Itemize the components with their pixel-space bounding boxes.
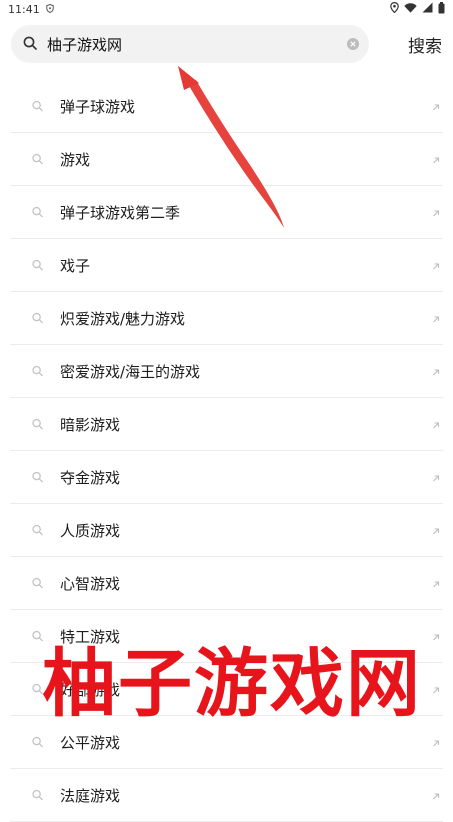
search-icon	[32, 362, 43, 381]
arrow-up-left-icon[interactable]	[432, 203, 440, 222]
status-bar: 11:41	[0, 0, 453, 18]
suggestion-item[interactable]: 炽爱游戏/魅力游戏	[10, 292, 443, 345]
suggestion-text: 弹子球游戏	[60, 97, 136, 116]
search-button[interactable]: 搜索	[408, 32, 442, 57]
search-icon	[32, 627, 43, 646]
suggestion-text: 公平游戏	[60, 733, 121, 752]
battery-icon	[438, 1, 445, 17]
suggestion-item[interactable]: 法庭游戏	[10, 769, 443, 822]
suggestion-item[interactable]: 暗影游戏	[10, 398, 443, 451]
suggestion-text: 暗影游戏	[60, 415, 121, 434]
search-row: 搜索	[11, 25, 442, 63]
arrow-up-left-icon[interactable]	[432, 97, 440, 116]
search-icon	[32, 786, 43, 805]
wifi-icon	[404, 2, 417, 16]
arrow-up-left-icon[interactable]	[432, 627, 440, 646]
search-input[interactable]	[47, 35, 347, 53]
search-icon	[32, 415, 43, 434]
suggestion-item[interactable]: 公平游戏	[10, 716, 443, 769]
suggestion-item[interactable]: 密爱游戏/海王的游戏	[10, 345, 443, 398]
suggestion-text: 人质游戏	[60, 521, 121, 540]
suggestion-text: 密爱游戏/海王的游戏	[60, 362, 201, 381]
arrow-up-left-icon[interactable]	[432, 733, 440, 752]
suggestion-text: 弹子球游戏第二季	[60, 203, 181, 222]
suggestion-list: 弹子球游戏 游戏 弹子球游戏第二季 戏子 炽爱游戏/魅力游戏 密爱游戏/海王的游…	[0, 80, 453, 822]
search-icon	[32, 203, 43, 222]
suggestion-text: 炽爱游戏/魅力游戏	[60, 309, 186, 328]
arrow-up-left-icon[interactable]	[432, 362, 440, 381]
suggestion-item[interactable]: 弹子球游戏	[10, 80, 443, 133]
suggestion-text: 心智游戏	[60, 574, 121, 593]
location-icon	[390, 1, 399, 16]
suggestion-text: 戏子	[60, 256, 91, 275]
search-icon	[32, 97, 43, 116]
suggestion-item[interactable]: 心智游戏	[10, 557, 443, 610]
suggestion-text: 好部游戏	[60, 680, 121, 699]
suggestion-item[interactable]: 游戏	[10, 133, 443, 186]
status-right	[390, 1, 445, 17]
suggestion-item[interactable]: 人质游戏	[10, 504, 443, 557]
suggestion-item[interactable]: 好部游戏	[10, 663, 443, 716]
search-icon	[32, 521, 43, 540]
status-time: 11:41	[8, 2, 40, 16]
search-box[interactable]	[11, 25, 369, 63]
arrow-up-left-icon[interactable]	[432, 521, 440, 540]
clear-icon[interactable]	[347, 38, 359, 50]
suggestion-text: 特工游戏	[60, 627, 121, 646]
search-icon	[32, 680, 43, 699]
arrow-up-left-icon[interactable]	[432, 468, 440, 487]
shield-icon	[46, 3, 54, 16]
suggestion-item[interactable]: 特工游戏	[10, 610, 443, 663]
search-icon	[32, 150, 43, 169]
search-icon	[32, 733, 43, 752]
suggestion-item[interactable]: 弹子球游戏第二季	[10, 186, 443, 239]
search-icon	[32, 309, 43, 328]
suggestion-text: 夺金游戏	[60, 468, 121, 487]
search-icon	[32, 468, 43, 487]
search-icon	[32, 256, 43, 275]
signal-icon	[422, 2, 433, 16]
suggestion-text: 游戏	[60, 150, 91, 169]
arrow-up-left-icon[interactable]	[432, 150, 440, 169]
arrow-up-left-icon[interactable]	[432, 415, 440, 434]
suggestion-item[interactable]: 夺金游戏	[10, 451, 443, 504]
arrow-up-left-icon[interactable]	[432, 574, 440, 593]
search-icon	[23, 35, 37, 54]
arrow-up-left-icon[interactable]	[432, 786, 440, 805]
suggestion-text: 法庭游戏	[60, 786, 121, 805]
arrow-up-left-icon[interactable]	[432, 680, 440, 699]
suggestion-item[interactable]: 戏子	[10, 239, 443, 292]
status-left: 11:41	[8, 3, 54, 16]
arrow-up-left-icon[interactable]	[432, 256, 440, 275]
arrow-up-left-icon[interactable]	[432, 309, 440, 328]
search-icon	[32, 574, 43, 593]
